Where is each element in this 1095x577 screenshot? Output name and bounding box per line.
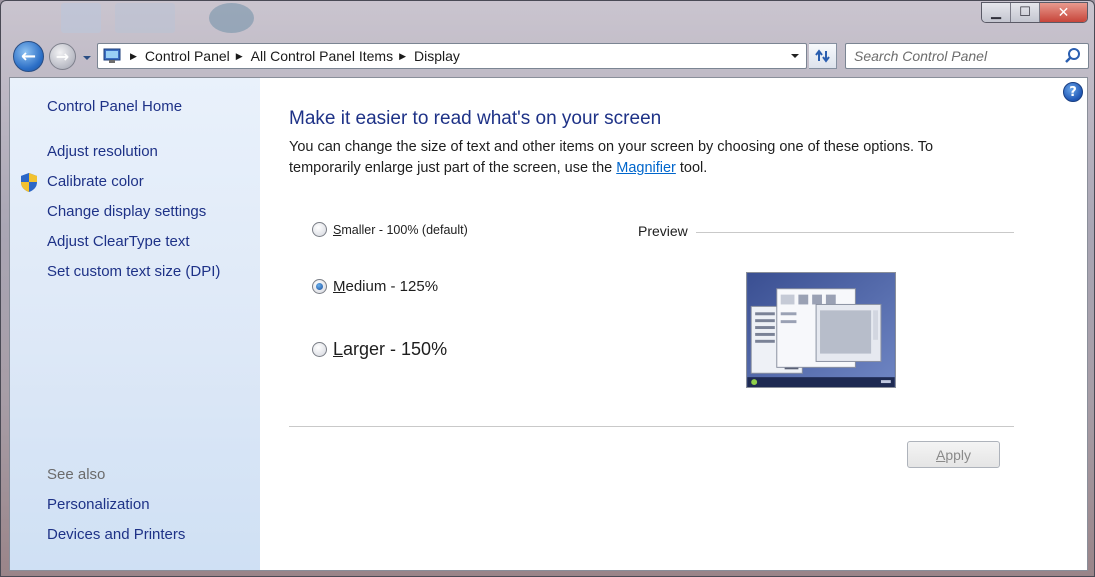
uac-shield-icon — [21, 173, 37, 192]
minimize-button[interactable]: ▁ — [982, 3, 1011, 22]
monitor-icon — [103, 48, 121, 63]
window-frame: ▁ ☐ ✕ ← → ▶ Control Panel ▶ All Control … — [0, 0, 1095, 577]
breadcrumb-control-panel[interactable]: Control Panel — [145, 48, 230, 64]
access-key: M — [333, 278, 346, 295]
control-panel-icon — [100, 44, 124, 68]
apply-label: pply — [945, 446, 972, 463]
breadcrumb-display[interactable]: Display — [414, 48, 460, 64]
see-also-personalization[interactable]: Personalization — [47, 496, 150, 513]
breadcrumb-separator-icon[interactable]: ▶ — [236, 51, 243, 62]
caption-buttons: ▁ ☐ ✕ — [981, 2, 1088, 23]
refresh-button[interactable] — [809, 43, 837, 69]
sidebar-item-calibrate-color[interactable]: Calibrate color — [47, 173, 144, 190]
chevron-down-icon — [83, 56, 91, 60]
search-icon[interactable] — [1064, 47, 1082, 65]
maximize-icon: ☐ — [1019, 5, 1031, 20]
forward-button[interactable]: → — [49, 43, 76, 70]
sidebar-item-custom-text-size[interactable]: Set custom text size (DPI) — [47, 263, 220, 280]
option-larger[interactable]: Larger - 150% — [312, 339, 447, 360]
sidebar-home-link[interactable]: Control Panel Home — [47, 98, 182, 115]
content-area: Control Panel Home Adjust resolution Cal… — [9, 77, 1088, 571]
radio-medium[interactable] — [312, 279, 327, 294]
option-smaller-label: Smaller - 100% (default) — [333, 223, 468, 237]
option-label-text: maller - 100% (default) — [341, 222, 468, 237]
background-glimpse — [209, 3, 254, 33]
radio-smaller[interactable] — [312, 222, 327, 237]
address-bar[interactable]: ▶ Control Panel ▶ All Control Panel Item… — [97, 43, 807, 69]
see-also-devices-printers[interactable]: Devices and Printers — [47, 526, 185, 543]
content-divider — [289, 426, 1014, 427]
option-medium-label: Medium - 125% — [333, 278, 438, 295]
background-glimpse — [61, 3, 101, 33]
sidebar-item-change-display-settings[interactable]: Change display settings — [47, 203, 206, 220]
breadcrumb-separator-icon[interactable]: ▶ — [399, 51, 406, 62]
option-larger-label: Larger - 150% — [333, 339, 447, 360]
radio-larger[interactable] — [312, 342, 327, 357]
forward-arrow-icon: → — [55, 46, 70, 66]
sidebar: Control Panel Home Adjust resolution Cal… — [10, 78, 260, 570]
background-glimpse — [115, 3, 175, 33]
page-title: Make it easier to read what's on your sc… — [289, 108, 662, 129]
main-panel: ? Make it easier to read what's on your … — [261, 78, 1087, 570]
option-medium[interactable]: Medium - 125% — [312, 278, 438, 295]
preview-image — [746, 272, 896, 388]
option-label-text: edium - 125% — [345, 278, 439, 295]
description-text: tool. — [675, 160, 708, 176]
minimize-icon: ▁ — [991, 5, 1001, 20]
close-button[interactable]: ✕ — [1040, 3, 1087, 22]
close-icon: ✕ — [1057, 4, 1070, 21]
sidebar-item-adjust-cleartype[interactable]: Adjust ClearType text — [47, 233, 190, 250]
recent-pages-dropdown[interactable] — [82, 51, 92, 61]
breadcrumb: ▶ Control Panel ▶ All Control Panel Item… — [124, 48, 460, 64]
help-icon[interactable]: ? — [1063, 82, 1083, 102]
magnifier-link[interactable]: Magnifier — [616, 160, 676, 176]
page-description: You can change the size of text and othe… — [289, 137, 989, 179]
description-text: You can change the size of text and othe… — [289, 139, 934, 176]
preview-label: Preview — [638, 223, 688, 239]
title-bar: ▁ ☐ ✕ — [1, 1, 1095, 37]
navigation-bar: ← → ▶ Control Panel ▶ All Control Panel … — [9, 39, 1089, 75]
breadcrumb-all-items[interactable]: All Control Panel Items — [251, 48, 393, 64]
breadcrumb-separator-icon[interactable]: ▶ — [130, 51, 137, 62]
apply-button[interactable]: Apply — [907, 441, 1000, 468]
access-key: L — [333, 339, 344, 359]
option-smaller[interactable]: Smaller - 100% (default) — [312, 222, 468, 237]
back-button[interactable]: ← — [13, 41, 44, 72]
search-box — [845, 43, 1089, 69]
sidebar-item-adjust-resolution[interactable]: Adjust resolution — [47, 143, 158, 160]
option-label-text: arger - 150% — [343, 339, 448, 359]
search-input[interactable] — [846, 44, 1046, 68]
maximize-button[interactable]: ☐ — [1011, 3, 1040, 22]
preview-divider — [696, 232, 1014, 233]
see-also-heading: See also — [47, 466, 106, 483]
refresh-icon — [814, 49, 830, 63]
address-history-dropdown[interactable] — [784, 44, 806, 68]
back-arrow-icon: ← — [20, 45, 37, 67]
chevron-down-icon — [791, 54, 799, 58]
access-key: A — [935, 446, 946, 463]
